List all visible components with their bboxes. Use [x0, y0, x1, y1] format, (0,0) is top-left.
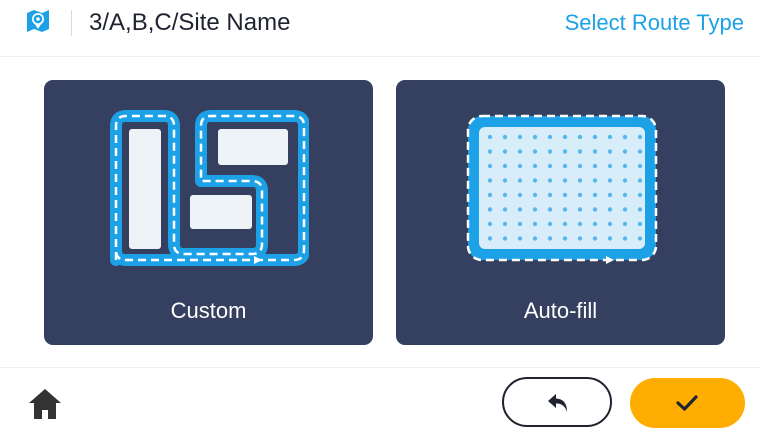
header-divider: [71, 10, 72, 36]
route-type-screen: 3/A,B,C/Site Name Select Route Type Cust…: [0, 0, 760, 434]
custom-route-card[interactable]: Custom: [44, 80, 373, 345]
confirm-button[interactable]: [630, 378, 745, 428]
undo-arrow-icon: [548, 394, 567, 412]
home-button[interactable]: [25, 386, 65, 422]
home-icon: [29, 389, 61, 419]
header-divider-line: [0, 56, 760, 57]
auto-fill-route-card[interactable]: Auto-fill: [396, 80, 725, 345]
back-button[interactable]: [502, 377, 612, 427]
footer-divider-line: [0, 367, 760, 368]
custom-route-label: Custom: [170, 298, 247, 323]
breadcrumb: 3/A,B,C/Site Name: [89, 9, 291, 36]
auto-fill-route-label: Auto-fill: [523, 298, 598, 323]
header-bar: 3/A,B,C/Site Name Select Route Type: [0, 0, 760, 48]
custom-route-icon: [110, 110, 309, 266]
checkmark-icon: [676, 395, 698, 411]
auto-fill-route-icon: [466, 114, 658, 264]
map-pin-logo-icon: [27, 10, 49, 32]
page-title: Select Route Type: [564, 10, 744, 35]
